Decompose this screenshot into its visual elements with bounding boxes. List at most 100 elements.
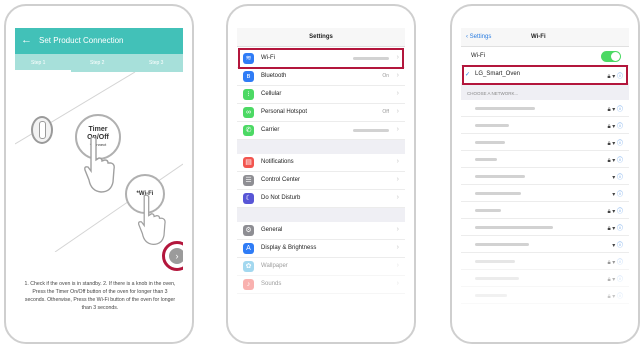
network-name-blurred bbox=[475, 294, 507, 297]
network-name-blurred bbox=[475, 158, 497, 161]
chevron-right-icon: › bbox=[396, 194, 399, 201]
row-label: Personal Hotspot bbox=[261, 109, 308, 115]
network-row[interactable]: 🔒︎ ▾ ⓘ bbox=[461, 100, 629, 117]
row-label: Control Center bbox=[261, 177, 301, 183]
settings-row-notifications[interactable]: ▤ Notifications › bbox=[237, 154, 405, 172]
section-gap bbox=[237, 208, 405, 222]
tab-step-1[interactable]: Step 1 bbox=[31, 60, 45, 66]
settings-row-do-not-disturb[interactable]: ☾ Do Not Disturb › bbox=[237, 190, 405, 208]
network-icons: ▾ ⓘ bbox=[612, 175, 623, 181]
back-arrow-icon[interactable]: ← bbox=[21, 34, 32, 46]
settings-row-control-center[interactable]: ☰ Control Center › bbox=[237, 172, 405, 190]
network-row[interactable]: 🔒︎ ▾ ⓘ bbox=[461, 117, 629, 134]
chevron-right-icon: › bbox=[396, 262, 399, 269]
next-button-highlight: › bbox=[162, 241, 183, 271]
network-row[interactable]: ▾ ⓘ bbox=[461, 236, 629, 253]
row-value: On bbox=[382, 73, 389, 79]
network-icons: ▾ ⓘ bbox=[612, 243, 623, 249]
carrier-name-blurred bbox=[353, 129, 389, 132]
network-row[interactable]: ▾ ⓘ bbox=[461, 185, 629, 202]
row-label: Display & Brightness bbox=[261, 245, 317, 251]
network-row[interactable]: 🔒︎ ▾ ⓘ bbox=[461, 134, 629, 151]
network-name-blurred bbox=[475, 209, 501, 212]
hand-pointer-icon bbox=[138, 194, 166, 246]
settings-row-hotspot[interactable]: ∞ Personal Hotspot Off › bbox=[237, 104, 405, 122]
phone-wifi: ‹ Settings Wi-Fi Wi-Fi ✓ LG_Smart_Oven 🔒… bbox=[450, 4, 640, 344]
screen: Settings ≋ Wi-Fi › ʙ Bluetooth On › ⁝ Ce… bbox=[237, 28, 405, 342]
info-icon[interactable]: ⓘ bbox=[617, 260, 623, 266]
network-icons: ▾ ⓘ bbox=[612, 192, 623, 198]
wifi-toggle-row: Wi-Fi bbox=[461, 48, 629, 66]
chevron-right-icon: › bbox=[396, 280, 399, 287]
info-icon[interactable]: ⓘ bbox=[617, 243, 623, 249]
brightness-icon: A bbox=[243, 243, 254, 254]
info-icon[interactable]: ⓘ bbox=[617, 294, 623, 300]
settings-group-connectivity: ≋ Wi-Fi › ʙ Bluetooth On › ⁝ Cellular › … bbox=[237, 50, 405, 294]
header-bar: ← Set Product Connection bbox=[15, 28, 183, 54]
choose-network-header: CHOOSE A NETWORK... bbox=[461, 84, 629, 100]
back-label: Settings bbox=[469, 34, 492, 40]
row-label: Cellular bbox=[261, 91, 282, 97]
chevron-right-icon: › bbox=[396, 244, 399, 251]
phone-icon: ✆ bbox=[243, 125, 254, 136]
network-row[interactable]: 🔒︎ ▾ ⓘ bbox=[461, 253, 629, 270]
settings-row-sounds[interactable]: ♪ Sounds › bbox=[237, 276, 405, 294]
section-gap bbox=[237, 140, 405, 154]
info-icon[interactable]: ⓘ bbox=[617, 277, 623, 283]
network-row[interactable]: 🔒︎ ▾ ⓘ bbox=[461, 202, 629, 219]
network-row[interactable]: ▾ ⓘ bbox=[461, 168, 629, 185]
notifications-icon: ▤ bbox=[243, 157, 254, 168]
nav-title: Wi-Fi bbox=[531, 34, 546, 40]
network-name-blurred bbox=[475, 260, 515, 263]
network-row[interactable]: 🔒︎ ▾ ⓘ bbox=[461, 151, 629, 168]
phone-product-connection: ← Set Product Connection Step 1 Step 2 S… bbox=[4, 4, 194, 344]
info-icon[interactable]: ⓘ bbox=[617, 209, 623, 215]
wifi-row-highlight bbox=[238, 48, 404, 69]
phone-settings: Settings ≋ Wi-Fi › ʙ Bluetooth On › ⁝ Ce… bbox=[226, 4, 416, 344]
moon-icon: ☾ bbox=[243, 193, 254, 204]
network-row[interactable]: 🔒︎ ▾ ⓘ bbox=[461, 219, 629, 236]
control-center-icon: ☰ bbox=[243, 175, 254, 186]
tab-step-3[interactable]: Step 3 bbox=[149, 60, 163, 66]
row-label: Wallpaper bbox=[261, 263, 288, 269]
info-icon[interactable]: ⓘ bbox=[617, 141, 623, 147]
settings-row-bluetooth[interactable]: ʙ Bluetooth On › bbox=[237, 68, 405, 86]
settings-row-wallpaper[interactable]: ✿ Wallpaper › bbox=[237, 258, 405, 276]
nav-title: Settings bbox=[237, 28, 405, 47]
network-row[interactable]: 🔒︎ ▾ ⓘ bbox=[461, 287, 629, 304]
chevron-right-icon: › bbox=[396, 158, 399, 165]
network-icons: 🔒︎ ▾ ⓘ bbox=[607, 277, 623, 283]
info-icon[interactable]: ⓘ bbox=[617, 226, 623, 232]
info-icon[interactable]: ⓘ bbox=[617, 192, 623, 198]
bluetooth-icon: ʙ bbox=[243, 71, 254, 82]
network-icons: 🔒︎ ▾ ⓘ bbox=[607, 294, 623, 300]
info-icon[interactable]: ⓘ bbox=[617, 175, 623, 181]
sounds-icon: ♪ bbox=[243, 279, 254, 290]
next-arrow-button[interactable]: › bbox=[169, 248, 183, 264]
network-icons: 🔒︎ ▾ ⓘ bbox=[607, 141, 623, 147]
network-icons: 🔒︎ ▾ ⓘ bbox=[607, 226, 623, 232]
tab-step-2[interactable]: Step 2 bbox=[90, 60, 104, 66]
info-icon[interactable]: ⓘ bbox=[617, 107, 623, 113]
step-tabs: Step 1 Step 2 Step 3 bbox=[15, 54, 183, 72]
chevron-right-icon: › bbox=[396, 176, 399, 183]
info-icon[interactable]: ⓘ bbox=[617, 158, 623, 164]
network-name-blurred bbox=[475, 107, 535, 110]
network-name-blurred bbox=[475, 175, 525, 178]
settings-row-general[interactable]: ⚙ General › bbox=[237, 222, 405, 240]
network-icons: 🔒︎ ▾ ⓘ bbox=[607, 209, 623, 215]
chevron-right-icon: › bbox=[396, 108, 399, 115]
back-to-settings-link[interactable]: ‹ Settings bbox=[466, 34, 491, 40]
network-row[interactable]: 🔒︎ ▾ ⓘ bbox=[461, 270, 629, 287]
row-label: Bluetooth bbox=[261, 73, 287, 79]
settings-row-display[interactable]: A Display & Brightness › bbox=[237, 240, 405, 258]
gear-icon: ⚙ bbox=[243, 225, 254, 236]
settings-row-carrier[interactable]: ✆ Carrier › bbox=[237, 122, 405, 140]
settings-row-cellular[interactable]: ⁝ Cellular › bbox=[237, 86, 405, 104]
chevron-right-icon: › bbox=[396, 126, 399, 133]
page-title: Set Product Connection bbox=[39, 36, 124, 45]
screen: ← Set Product Connection Step 1 Step 2 S… bbox=[15, 28, 183, 342]
network-icons: 🔒︎ ▾ ⓘ bbox=[607, 124, 623, 130]
info-icon[interactable]: ⓘ bbox=[617, 124, 623, 130]
wifi-toggle[interactable] bbox=[601, 51, 621, 62]
